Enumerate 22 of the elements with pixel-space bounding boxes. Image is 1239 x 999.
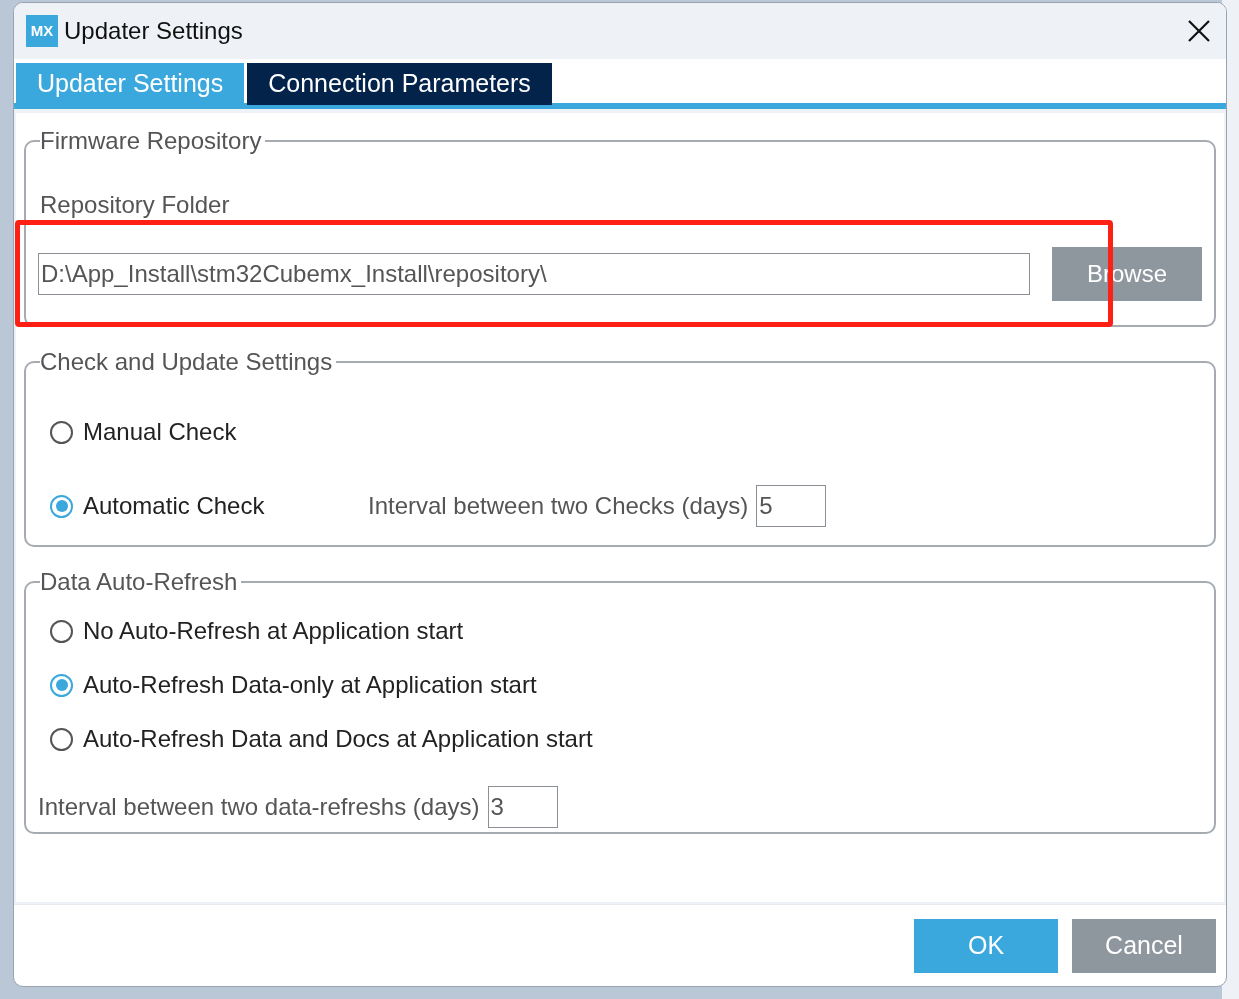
field-label: Repository Folder [39, 190, 231, 220]
radio-button[interactable] [50, 727, 73, 751]
radio-label: Automatic Check [83, 491, 265, 521]
radio-button[interactable] [50, 673, 73, 697]
group-legend: Data Auto-Refresh [40, 570, 242, 594]
interval-field[interactable]: 3 [487, 786, 558, 828]
window-title: Updater Settings [64, 16, 243, 46]
radio-button[interactable] [50, 420, 73, 444]
interval-label: Interval between two data-refreshs (days) [38, 792, 480, 822]
app-logo: MX [26, 15, 58, 47]
interval-label: Interval between two Checks (days) [368, 491, 749, 521]
tab[interactable]: Connection Parameters [247, 63, 552, 105]
folder-field[interactable]: D:\App_Install\stm32Cubemx_Install\repository\ [38, 253, 1030, 295]
radio-button[interactable] [50, 494, 73, 518]
radio-label: Auto-Refresh Data and Docs at Application start [83, 724, 593, 754]
group-legend: Check and Update Settings [40, 350, 337, 374]
interval-field[interactable]: 5 [756, 485, 827, 527]
radio-label: Auto-Refresh Data-only at Application start [83, 670, 537, 700]
radio-label: No Auto-Refresh at Application start [83, 616, 464, 646]
group-legend: Firmware Repository [40, 129, 266, 153]
radio-button[interactable] [50, 619, 73, 643]
radio-label: Manual Check [83, 417, 237, 447]
